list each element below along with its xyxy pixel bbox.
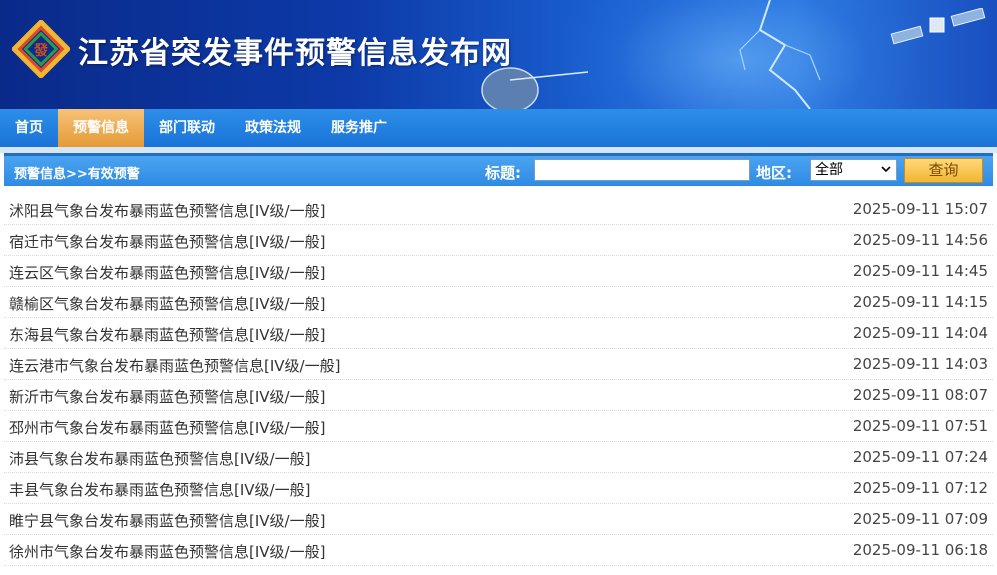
alert-time: 2025-09-11 06:18 — [852, 541, 988, 559]
main-nav: 首页 预警信息 部门联动 政策法规 服务推广 — [0, 109, 997, 147]
breadcrumb: 预警信息>>有效预警 — [14, 167, 140, 182]
table-row: 连云港市气象台发布暴雨蓝色预警信息[IV级/一般] 2025-09-11 14:0… — [4, 349, 993, 380]
alert-title-link[interactable]: 连云区气象台发布暴雨蓝色预警信息[IV级/一般] — [9, 262, 325, 283]
alert-time: 2025-09-11 07:51 — [852, 417, 988, 435]
svg-text:發: 發 — [33, 42, 49, 59]
alert-time: 2025-09-11 15:07 — [852, 200, 988, 218]
alert-title-link[interactable]: 丰县气象台发布暴雨蓝色预警信息[IV级/一般] — [9, 479, 310, 500]
region-label: 地区: — [756, 164, 792, 182]
alert-title-link[interactable]: 邳州市气象台发布暴雨蓝色预警信息[IV级/一般] — [9, 417, 325, 438]
alert-time: 2025-09-11 07:24 — [852, 448, 988, 466]
alert-list: 沭阳县气象台发布暴雨蓝色预警信息[IV级/一般] 2025-09-11 15:07… — [4, 194, 993, 566]
alert-title-link[interactable]: 沭阳县气象台发布暴雨蓝色预警信息[IV级/一般] — [9, 200, 325, 221]
table-row: 新沂市气象台发布暴雨蓝色预警信息[IV级/一般] 2025-09-11 08:07 — [4, 380, 993, 411]
nav-item-departments[interactable]: 部门联动 — [144, 109, 230, 147]
alert-time: 2025-09-11 08:07 — [852, 386, 988, 404]
nav-item-home[interactable]: 首页 — [0, 109, 58, 147]
table-row: 连云区气象台发布暴雨蓝色预警信息[IV级/一般] 2025-09-11 14:45 — [4, 256, 993, 287]
table-row: 丰县气象台发布暴雨蓝色预警信息[IV级/一般] 2025-09-11 07:12 — [4, 473, 993, 504]
alert-title-link[interactable]: 沛县气象台发布暴雨蓝色预警信息[IV级/一般] — [9, 448, 310, 469]
table-row: 沭阳县气象台发布暴雨蓝色预警信息[IV级/一般] 2025-09-11 15:07 — [4, 194, 993, 225]
alert-time: 2025-09-11 14:15 — [852, 293, 988, 311]
alert-title-link[interactable]: 新沂市气象台发布暴雨蓝色预警信息[IV级/一般] — [9, 386, 325, 407]
alert-time: 2025-09-11 14:56 — [852, 231, 988, 249]
nav-item-services[interactable]: 服务推广 — [316, 109, 402, 147]
nav-item-policies[interactable]: 政策法规 — [230, 109, 316, 147]
table-row: 东海县气象台发布暴雨蓝色预警信息[IV级/一般] 2025-09-11 14:04 — [4, 318, 993, 349]
alert-title-link[interactable]: 连云港市气象台发布暴雨蓝色预警信息[IV级/一般] — [9, 355, 340, 376]
table-row: 赣榆区气象台发布暴雨蓝色预警信息[IV级/一般] 2025-09-11 14:15 — [4, 287, 993, 318]
lightning-decoration — [739, 0, 821, 109]
title-label: 标题: — [485, 164, 521, 182]
alert-time: 2025-09-11 07:09 — [852, 510, 988, 528]
site-title: 江苏省突发事件预警信息发布网 — [78, 36, 512, 71]
header-banner: 發 江苏省突发事件预警信息发布网 — [0, 0, 997, 109]
search-bar: 预警信息>>有效预警 标题: 地区: 全部 查询 — [4, 153, 993, 186]
table-row: 宿迁市气象台发布暴雨蓝色预警信息[IV级/一般] 2025-09-11 14:56 — [4, 225, 993, 256]
alert-title-link[interactable]: 睢宁县气象台发布暴雨蓝色预警信息[IV级/一般] — [9, 510, 325, 531]
site-logo-icon: 發 — [12, 20, 70, 78]
alert-title-link[interactable]: 东海县气象台发布暴雨蓝色预警信息[IV级/一般] — [9, 324, 325, 345]
alert-title-link[interactable]: 宿迁市气象台发布暴雨蓝色预警信息[IV级/一般] — [9, 231, 325, 252]
alert-time: 2025-09-11 14:04 — [852, 324, 988, 342]
alert-time: 2025-09-11 14:45 — [852, 262, 988, 280]
query-button[interactable]: 查询 — [904, 158, 983, 183]
title-search-input[interactable] — [534, 159, 750, 181]
alert-time: 2025-09-11 07:12 — [852, 479, 988, 497]
region-selected-value: 全部 — [815, 162, 843, 178]
alert-title-link[interactable]: 赣榆区气象台发布暴雨蓝色预警信息[IV级/一般] — [9, 293, 325, 314]
table-row: 邳州市气象台发布暴雨蓝色预警信息[IV级/一般] 2025-09-11 07:51 — [4, 411, 993, 442]
table-row: 沛县气象台发布暴雨蓝色预警信息[IV级/一般] 2025-09-11 07:24 — [4, 442, 993, 473]
table-row: 徐州市气象台发布暴雨蓝色预警信息[IV级/一般] 2025-09-11 06:18 — [4, 535, 993, 566]
alert-time: 2025-09-11 14:03 — [852, 355, 988, 373]
alert-title-link[interactable]: 徐州市气象台发布暴雨蓝色预警信息[IV级/一般] — [9, 541, 325, 562]
satellite-icon — [890, 8, 986, 45]
table-row: 睢宁县气象台发布暴雨蓝色预警信息[IV级/一般] 2025-09-11 07:09 — [4, 504, 993, 535]
region-select[interactable]: 全部 — [810, 159, 897, 181]
chevron-down-icon — [881, 166, 891, 173]
nav-item-alerts[interactable]: 预警信息 — [58, 109, 144, 147]
